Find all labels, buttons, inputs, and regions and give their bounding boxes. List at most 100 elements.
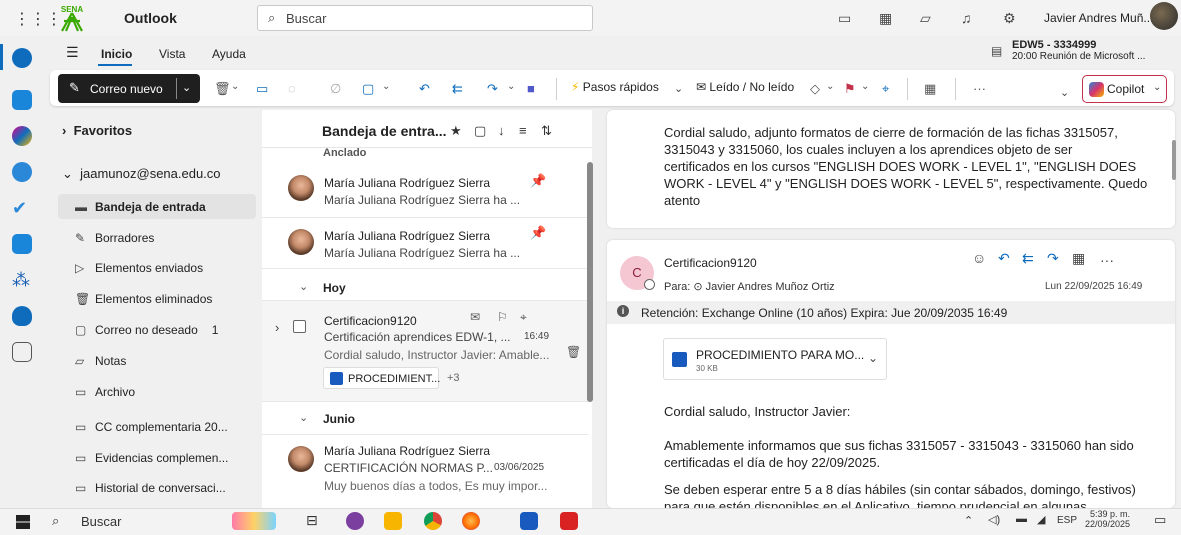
copilot-app-icon[interactable] <box>12 126 32 146</box>
favorites-header[interactable]: › Favoritos <box>62 123 132 138</box>
archive-icon[interactable]: ▭ <box>256 81 268 97</box>
attachment-card[interactable]: PROCEDIMIENTO PARA MO... 30 KB ⌄ <box>663 338 887 380</box>
copilot-button[interactable]: Copilot ⌄ <box>1082 75 1167 103</box>
read-unread-button[interactable]: ✉ Leído / No leído <box>696 80 794 94</box>
folder-item-junk[interactable]: ▢ Correo no deseado 1 <box>75 323 218 337</box>
chevron-down-icon[interactable]: ⌄ <box>868 351 878 365</box>
reply-all-icon[interactable]: ⇇ <box>1022 250 1034 267</box>
firefox-icon[interactable] <box>462 512 480 530</box>
clock[interactable]: 5:39 p. m. 22/09/2025 <box>1085 509 1130 529</box>
pin-icon[interactable]: ⌖ <box>882 81 889 97</box>
pin-icon[interactable]: 📌 <box>530 173 546 189</box>
meet-now-icon[interactable]: ▭ <box>838 10 851 27</box>
upcoming-meeting[interactable]: EDW5 - 3334999 20:00 Reunión de Microsof… <box>1012 39 1145 62</box>
sort-icon[interactable]: ⇅ <box>541 123 552 139</box>
file-explorer-icon[interactable] <box>384 512 402 530</box>
gear-icon[interactable]: ⚙ <box>1003 10 1016 27</box>
org-app-icon[interactable]: ⁂ <box>12 270 32 290</box>
report-icon[interactable]: ◌ <box>288 81 296 96</box>
account-header[interactable]: ⌄ jaamunoz@sena.edu.co <box>62 166 221 182</box>
search-input[interactable]: ⌕ Buscar <box>257 5 593 31</box>
filter-icon[interactable]: ≡ <box>519 123 527 138</box>
menu-icon[interactable]: ☰ <box>66 44 79 61</box>
more-attachments[interactable]: +3 <box>447 372 460 384</box>
more-actions-icon[interactable]: ··· <box>1100 252 1114 268</box>
chevron-down-icon[interactable]: ⌄ <box>299 280 308 293</box>
user-name[interactable]: Javier Andres Muñ... <box>1044 11 1153 25</box>
list-title[interactable]: Bandeja de entra... <box>322 123 446 139</box>
word-app-icon[interactable] <box>12 234 32 254</box>
people-app-icon[interactable] <box>12 162 32 182</box>
onedrive-app-icon[interactable] <box>12 306 32 326</box>
delete-icon[interactable]: 🗑 <box>214 81 231 97</box>
forward-icon[interactable]: ↷ <box>1047 250 1059 267</box>
envelope-icon[interactable]: ✉ <box>470 310 480 324</box>
pin-icon[interactable]: 📌 <box>530 225 546 241</box>
chevron-down-icon[interactable]: ⌄ <box>231 81 239 92</box>
tab-inicio[interactable]: Inicio <box>101 47 132 61</box>
pin-icon[interactable]: ⌖ <box>520 310 527 325</box>
flag-icon[interactable]: ⚑ <box>844 81 856 97</box>
wifi-icon[interactable]: ◢ <box>1037 513 1045 526</box>
tab-ayuda[interactable]: Ayuda <box>212 47 246 61</box>
search-highlight-icon[interactable] <box>232 512 276 530</box>
move-to-icon[interactable]: ▢ <box>362 81 374 97</box>
chevron-down-icon[interactable]: ⌄ <box>826 81 834 92</box>
tag-icon[interactable]: ◇ <box>810 81 820 97</box>
apps-icon[interactable]: ▦ <box>1072 250 1085 267</box>
star-icon[interactable]: ★ <box>450 123 462 139</box>
folder-item-cc[interactable]: ▭ CC complementaria 20... <box>75 420 228 434</box>
chevron-down-icon[interactable]: ⌄ <box>507 81 515 92</box>
mail-app-icon[interactable] <box>12 48 32 68</box>
folder-item-notes[interactable]: ▱ Notas <box>75 354 126 368</box>
list-scrollbar[interactable] <box>587 162 593 402</box>
sender-name[interactable]: Certificacion9120 <box>664 256 757 270</box>
chevron-down-icon[interactable]: ⌄ <box>299 411 308 424</box>
chevron-right-icon[interactable]: › <box>275 320 279 335</box>
group-june[interactable]: Junio <box>323 412 355 426</box>
chevron-down-icon[interactable]: ⌄ <box>674 82 683 95</box>
quick-steps-button[interactable]: ⚡ Pasos rápidos <box>571 80 669 102</box>
chrome-icon[interactable] <box>424 512 442 530</box>
flag-icon[interactable]: ⚐ <box>497 310 508 324</box>
delete-icon[interactable]: 🗑 <box>566 345 581 359</box>
chevron-up-icon[interactable]: ⌃ <box>964 514 973 527</box>
chevron-down-icon[interactable]: ⌄ <box>1153 82 1161 93</box>
group-today[interactable]: Hoy <box>323 281 346 295</box>
user-avatar[interactable] <box>1150 2 1178 30</box>
select-checkbox[interactable] <box>293 320 306 333</box>
teams-share-icon[interactable]: ■ <box>527 81 535 96</box>
reply-icon[interactable]: ↶ <box>419 81 430 97</box>
apps-icon[interactable]: ▦ <box>924 81 936 97</box>
taskbar-search-label[interactable]: Buscar <box>81 514 121 529</box>
browser-profile-icon[interactable] <box>346 512 364 530</box>
folder-item-historial[interactable]: ▭ Historial de conversaci... <box>75 481 226 495</box>
reading-scrollbar[interactable] <box>1172 140 1176 180</box>
word-icon[interactable] <box>520 512 538 530</box>
tab-vista[interactable]: Vista <box>159 47 185 61</box>
folder-item-evidencias[interactable]: ▭ Evidencias complemen... <box>75 451 228 465</box>
chevron-down-icon[interactable]: ⌄ <box>382 81 390 92</box>
folder-item-deleted[interactable]: 🗑 Elementos eliminados <box>75 292 212 306</box>
folder-item-sent[interactable]: ▷ Elementos enviados <box>75 261 203 275</box>
search-icon[interactable]: ⌕ <box>52 513 59 529</box>
language-indicator[interactable]: ESP <box>1057 515 1077 526</box>
expand-ribbon-icon[interactable]: ⌄ <box>1060 86 1069 99</box>
start-icon[interactable] <box>16 515 30 529</box>
teams-icon[interactable]: ▦ <box>879 10 892 27</box>
feedback-icon[interactable]: ▱ <box>920 10 931 27</box>
jump-icon[interactable]: ↓ <box>498 123 505 138</box>
notifications-icon[interactable]: ▭ <box>1154 512 1166 528</box>
chevron-down-icon[interactable]: ⌄ <box>861 81 869 92</box>
more-icon[interactable]: ··· <box>973 81 986 96</box>
folder-item-drafts[interactable]: ✎ Borradores <box>75 231 154 245</box>
new-mail-button[interactable]: ✎ Correo nuevo ⌄ <box>58 74 200 103</box>
reply-icon[interactable]: ↶ <box>998 250 1010 267</box>
more-apps-icon[interactable] <box>12 342 32 362</box>
battery-icon[interactable]: ▬ <box>1016 513 1027 525</box>
acrobat-icon[interactable] <box>560 512 578 530</box>
forward-icon[interactable]: ↷ <box>487 81 498 97</box>
calendar-app-icon[interactable] <box>12 90 32 110</box>
todo-app-icon[interactable]: ✔ <box>12 198 32 218</box>
emoji-icon[interactable]: ☺ <box>972 250 986 266</box>
